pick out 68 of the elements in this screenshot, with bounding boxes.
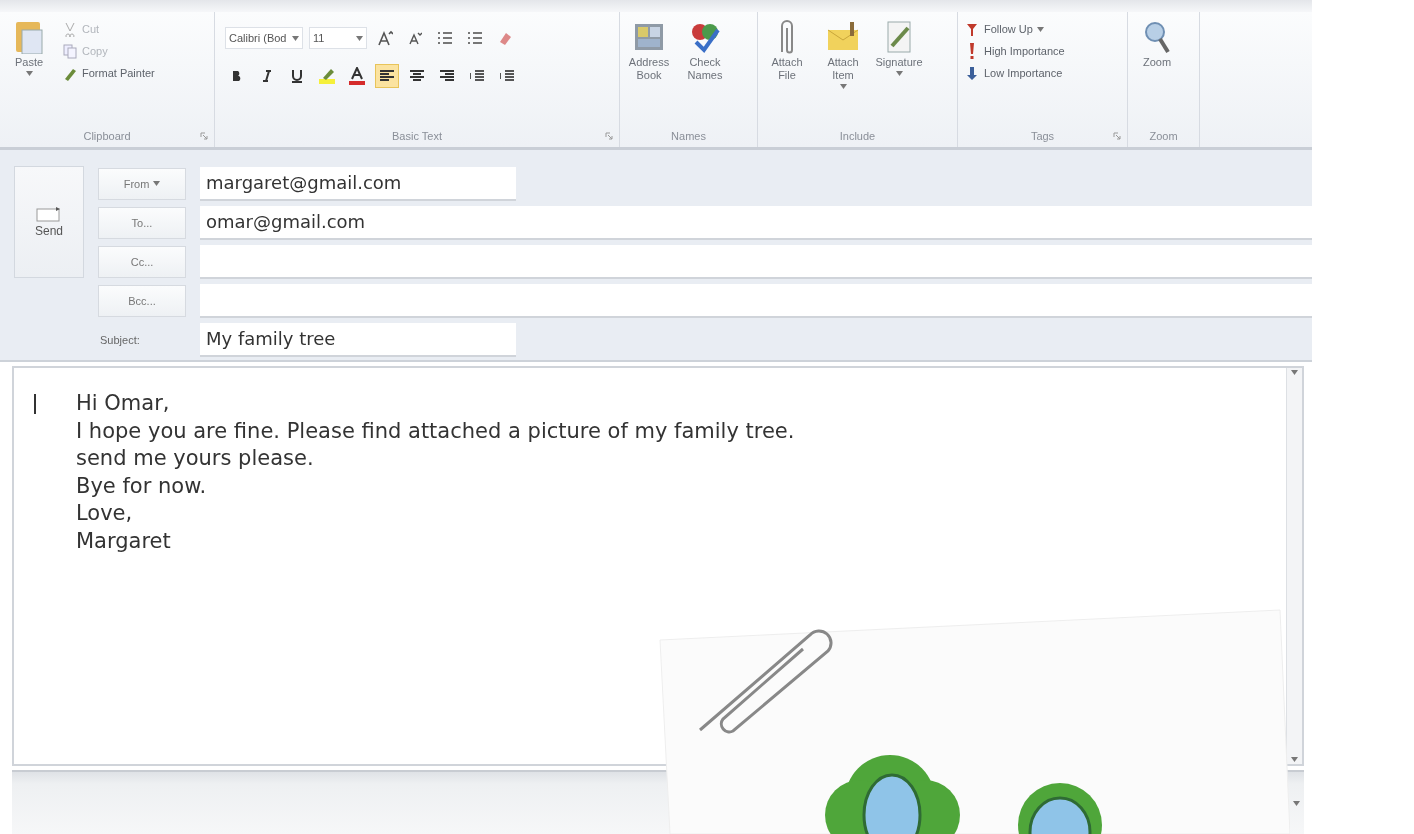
indent-icon	[470, 70, 484, 82]
address-button[interactable]: From	[98, 167, 186, 200]
caret-icon	[1293, 800, 1300, 806]
message-text: Margaret	[76, 527, 172, 555]
underline-icon	[291, 69, 303, 83]
input-field[interactable]: omar@gmail.com	[200, 205, 1312, 240]
numbered-list-icon	[467, 31, 483, 45]
message-text: send me yours please.	[76, 445, 315, 472]
input-field[interactable]: My family tree	[200, 322, 516, 357]
scissors-icon	[62, 21, 78, 37]
input-field[interactable]	[200, 244, 1312, 279]
send-button[interactable]: Send	[14, 166, 84, 278]
message-text: I hope you are fine. Please find attached a picture of my family tree.	[76, 417, 795, 445]
paste-button[interactable]: Paste	[4, 18, 54, 78]
address-button[interactable]: Cc...	[98, 245, 186, 278]
ribbon-large-button[interactable]: Zoom	[1132, 18, 1182, 71]
flag-icon	[964, 21, 980, 37]
ribbon-small-button[interactable]: High Importance	[962, 42, 1067, 60]
caret-icon	[292, 35, 299, 41]
indent-icon	[500, 70, 514, 82]
ribbon-large-button[interactable]: Signature	[874, 18, 924, 78]
scroll-arrow-icon	[1291, 370, 1298, 375]
message-text: Bye for now.	[76, 472, 208, 500]
grow-font-icon	[377, 30, 393, 46]
address-button[interactable]: To...	[98, 206, 186, 239]
bold-icon	[232, 70, 242, 82]
eraser-icon	[497, 30, 513, 46]
copy-icon	[62, 43, 78, 59]
shrink-font-icon	[408, 31, 422, 45]
message-text: Love,	[76, 500, 134, 527]
scroll-arrow-icon	[1291, 757, 1298, 762]
paperclip-icon	[780, 20, 794, 54]
align-icon	[440, 70, 454, 82]
align-icon	[380, 70, 394, 82]
exclamation-icon	[969, 43, 975, 59]
text-cursor	[34, 394, 36, 414]
highlighter-icon	[318, 67, 336, 85]
group-label: Names	[671, 130, 706, 142]
ribbon-large-button[interactable]: Address Book	[624, 18, 674, 84]
scrollbar[interactable]	[1286, 368, 1302, 764]
ribbon-small-button[interactable]: Low Importance	[962, 64, 1067, 82]
ribbon-large-button[interactable]: Attach Item	[818, 18, 868, 91]
bullet-list-icon	[437, 31, 453, 45]
dialog-launcher-icon[interactable]	[1113, 132, 1121, 140]
caret-icon	[356, 35, 363, 41]
group-label: Tags	[1030, 130, 1055, 142]
dialog-launcher-icon[interactable]	[605, 132, 613, 140]
group-label: Zoom	[1149, 130, 1178, 142]
font-name-dropdown[interactable]: Calibri (Bod	[225, 27, 303, 49]
input-field[interactable]	[200, 283, 1312, 318]
align-button[interactable]	[375, 64, 399, 88]
italic-icon	[262, 70, 272, 82]
address-button[interactable]: Bcc...	[98, 284, 186, 317]
ribbon-large-button[interactable]: Check Names	[680, 18, 730, 84]
align-icon	[410, 70, 424, 82]
dialog-launcher-icon[interactable]	[200, 132, 208, 140]
field-label: Subject:	[99, 333, 141, 346]
ribbon-small-button[interactable]: Format Painter	[60, 64, 157, 82]
message-text: Hi Omar,	[76, 390, 171, 417]
input-field[interactable]: margaret@gmail.com	[200, 166, 516, 201]
envelope-icon	[36, 206, 62, 222]
group-label: Clipboard	[83, 130, 131, 142]
font-size-dropdown[interactable]: 11	[309, 27, 367, 49]
ribbon-small-button[interactable]: Follow Up	[962, 20, 1067, 38]
group-label: Basic Text	[392, 130, 442, 142]
group-label: Include	[839, 130, 876, 142]
ribbon-large-button[interactable]: Attach File	[762, 18, 812, 84]
font-color-icon	[348, 67, 366, 85]
